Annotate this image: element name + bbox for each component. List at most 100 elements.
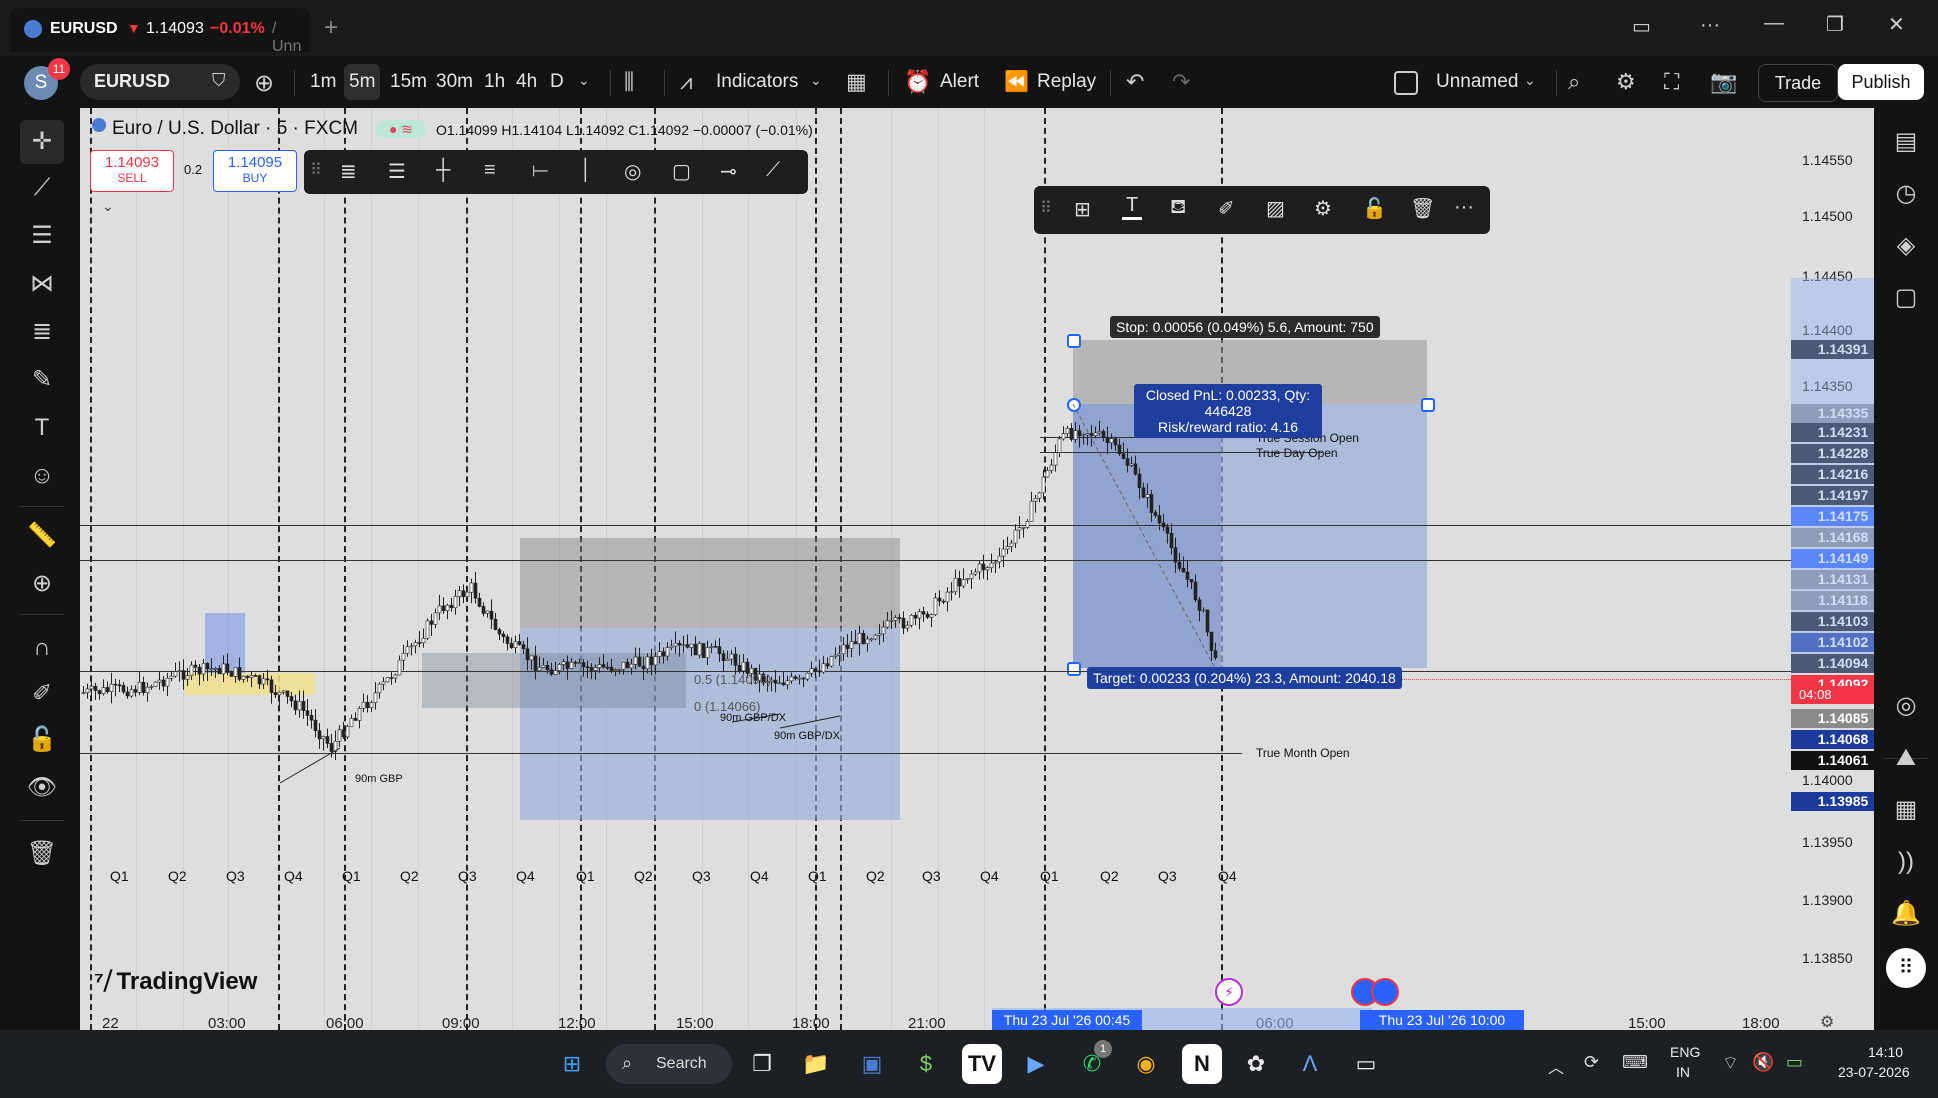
hline-icon[interactable]: ⟝ (532, 159, 549, 182)
file-explorer-icon[interactable]: 📁 (796, 1044, 836, 1084)
keyboard-icon[interactable]: ⌨ (1622, 1052, 1648, 1073)
fullscreen-icon[interactable]: ⛶ (1664, 69, 1679, 95)
watchlist-icon[interactable]: ▤ (1886, 122, 1926, 162)
ray-icon[interactable]: ⊸ (720, 159, 737, 184)
battery-icon[interactable]: ▭ (1786, 1052, 1803, 1073)
settings-gear-icon[interactable]: ⚙ (1616, 69, 1636, 95)
alarm-icon[interactable]: ⏰ (904, 69, 931, 95)
fill-color-icon[interactable]: ⛾ (1170, 196, 1186, 221)
quick-search-icon[interactable]: ⌕ (1568, 69, 1580, 95)
symbol-search[interactable]: EURUSD ⛉ (80, 64, 240, 100)
chart-pane[interactable]: True Session Open True Day Open True Mon… (80, 108, 1874, 1030)
interval-d[interactable]: D (550, 66, 564, 98)
chevron-down-icon[interactable]: ⌄ (1524, 72, 1536, 89)
volume-mute-icon[interactable]: 🔇 (1752, 1052, 1774, 1073)
indicators-button[interactable]: Indicators (716, 66, 798, 98)
brush-icon[interactable]: ✎ (22, 360, 62, 400)
drag-handle-icon[interactable]: ⠿ (1040, 198, 1052, 218)
lines-icon[interactable]: ≡ (484, 159, 496, 182)
restore-icon[interactable]: ❐ (1826, 12, 1844, 37)
money-app-icon[interactable]: $ (906, 1044, 946, 1084)
cross-icon[interactable]: ┼ (436, 159, 450, 182)
chart-tab[interactable]: EURUSD ▼ 1.14093 −0.01% / Unn (10, 8, 310, 55)
screen-icon[interactable]: ▭ (1632, 14, 1651, 39)
media-app-icon[interactable]: ▶ (1016, 1044, 1056, 1084)
lock-drawing-icon[interactable]: ✐ (22, 674, 62, 714)
circle-icon[interactable]: ◎ (624, 159, 641, 184)
layout-checkbox[interactable] (1394, 71, 1418, 95)
fib-ext-icon[interactable]: ☰ (388, 159, 406, 184)
apps-grid-icon[interactable]: ⠿ (1886, 948, 1926, 988)
drag-handle-icon[interactable]: ⠿ (310, 160, 322, 180)
flash-event-icon[interactable]: ⚡ (1215, 978, 1243, 1006)
emoji-icon[interactable]: ☺ (22, 456, 62, 496)
lock-icon[interactable]: 🔓 (22, 720, 62, 760)
line-color-icon[interactable]: ✐ (1218, 196, 1235, 221)
close-icon[interactable]: ✕ (1888, 12, 1905, 37)
layers-icon[interactable]: ◈ (1886, 226, 1926, 266)
eye-icon[interactable]: 👁 (22, 768, 62, 808)
tradingview-app-icon[interactable]: TV (962, 1044, 1002, 1084)
horizontal-lines-icon[interactable]: ☰ (22, 216, 62, 256)
chevron-down-icon[interactable]: ⌄ (578, 72, 590, 89)
layout-grid-icon[interactable]: ▦ (846, 69, 867, 95)
chrome-icon[interactable]: ◉ (1126, 1044, 1166, 1084)
interval-4h[interactable]: 4h (516, 66, 537, 98)
redo-icon[interactable]: ↷ (1172, 69, 1190, 95)
ruler-icon[interactable]: 📏 (22, 516, 62, 556)
rewind-icon[interactable]: ⏪ (1004, 69, 1029, 94)
annotation-trendline[interactable] (779, 715, 841, 729)
broadcast-icon[interactable]: )) (1886, 842, 1926, 882)
indicators-icon[interactable]: ⩘ (680, 69, 692, 95)
symbol-title[interactable]: Euro / U.S. Dollar · 5 · FXCM (112, 118, 358, 140)
ideas-icon[interactable]: ⛰ (1886, 738, 1926, 778)
vline-icon[interactable]: │ (580, 159, 593, 182)
app-icon-a[interactable]: Λ (1290, 1044, 1330, 1084)
trendline-icon[interactable]: ⟋ (22, 168, 62, 208)
camera-icon[interactable]: 📷 (1710, 69, 1737, 95)
chevron-up-icon[interactable]: ︿ (1548, 1054, 1564, 1078)
compare-add-icon[interactable]: ⊕ (254, 69, 274, 98)
clock-icon[interactable]: ◷ (1886, 174, 1926, 214)
economic-event-icon[interactable] (1371, 978, 1399, 1006)
clock-time[interactable]: 14:10 (1868, 1044, 1903, 1060)
lang-line1[interactable]: ENG (1670, 1044, 1700, 1060)
line-tool-icon[interactable]: ⟋ (766, 159, 780, 182)
bell-icon[interactable]: 🔔 (1886, 894, 1926, 934)
buy-button[interactable]: 1.14095 BUY (213, 150, 297, 192)
more-icon[interactable]: ··· (1454, 196, 1474, 219)
fib-levels-icon[interactable]: ≣ (340, 159, 357, 184)
more-dots-icon[interactable]: ··· (1700, 14, 1720, 37)
delete-icon[interactable]: 🗑 (1410, 196, 1435, 221)
interval-15m[interactable]: 15m (390, 66, 427, 98)
app-icon-blue[interactable]: ▣ (852, 1044, 892, 1084)
unlock-icon[interactable]: 🔓 (1362, 196, 1387, 221)
windows-start-icon[interactable]: ⊞ (552, 1044, 592, 1084)
settings-icon[interactable]: ⚙ (1314, 196, 1332, 221)
wifi-icon[interactable]: ⌔ (1722, 1052, 1739, 1075)
annotation-trendline[interactable] (279, 747, 341, 784)
calendar-icon[interactable]: ▦ (1886, 790, 1926, 830)
layout-name[interactable]: Unnamed (1436, 66, 1518, 98)
add-chart-icon[interactable]: ▨ (1266, 196, 1285, 221)
replay-button[interactable]: Replay (1037, 66, 1096, 98)
scale-settings-icon[interactable]: ⚙ (1820, 1012, 1834, 1030)
crosshair-icon[interactable]: ✛ (22, 122, 62, 162)
text-color-icon[interactable]: T (1122, 194, 1143, 220)
terminal-icon[interactable]: ▭ (1346, 1044, 1386, 1084)
rect-icon[interactable]: ▢ (672, 159, 691, 184)
interval-30m[interactable]: 30m (436, 66, 473, 98)
template-icon[interactable]: ⊞ (1074, 197, 1091, 222)
pattern-icon[interactable]: ⋈ (22, 264, 62, 304)
interval-1m[interactable]: 1m (310, 66, 336, 98)
chat-icon[interactable]: ▢ (1886, 278, 1926, 318)
chevron-down-icon[interactable]: ⌄ (810, 72, 822, 89)
undo-icon[interactable]: ↶ (1126, 69, 1144, 95)
fib-icon[interactable]: ≣ (22, 312, 62, 352)
candles-icon[interactable]: ⫼ (624, 69, 634, 95)
publish-button[interactable]: Publish (1838, 64, 1924, 100)
text-icon[interactable]: T (22, 408, 62, 448)
task-view-icon[interactable]: ❐ (742, 1044, 782, 1084)
alert-button[interactable]: Alert (940, 66, 979, 98)
sell-button[interactable]: 1.14093 SELL (90, 150, 174, 192)
